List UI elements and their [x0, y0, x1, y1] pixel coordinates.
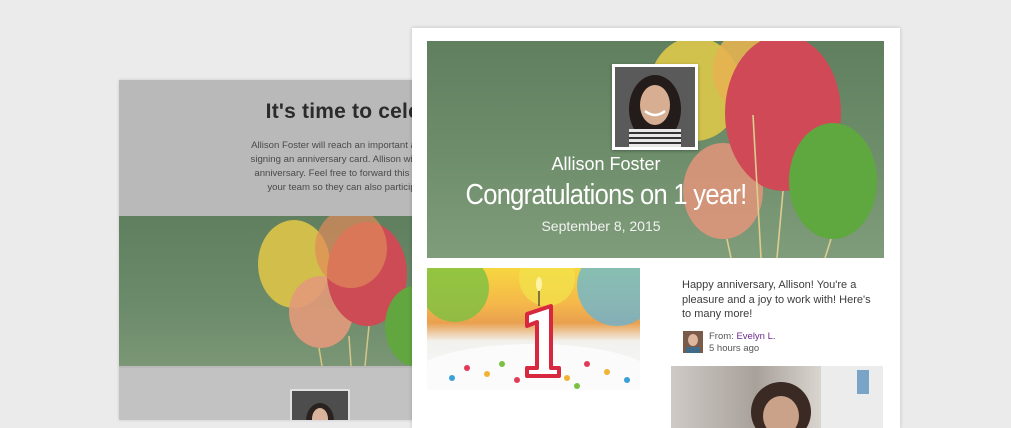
celebration-banner: Allison Foster Congratulations on 1 year… — [427, 41, 884, 258]
anniversary-card: Allison Foster Congratulations on 1 year… — [412, 28, 900, 428]
sender-name-link[interactable]: Evelyn L. — [736, 331, 775, 342]
email-preview-card: It's time to celebrate Allison Foster wi… — [119, 80, 439, 420]
email-body-line: anniversary. Feel free to forward this i… — [254, 168, 439, 179]
email-body: Allison Foster will reach an important a… — [139, 139, 439, 195]
email-avatar — [290, 389, 350, 420]
employee-name: Allison Foster — [551, 154, 661, 174]
email-title: It's time to celebrate — [265, 100, 439, 123]
congratulations-heading: Congratulations on 1 year! — [465, 179, 747, 211]
photo-tile[interactable] — [671, 366, 883, 428]
balloons-illustration — [258, 216, 439, 366]
message-card[interactable]: Happy anniversary, Allison! You're a ple… — [671, 268, 883, 368]
email-balloons-image — [119, 216, 439, 366]
birthday-candle-illustration — [427, 268, 640, 390]
email-body-line: your team so they can also participate i… — [267, 182, 439, 193]
from-label: From: — [709, 331, 737, 342]
cake-photo-tile[interactable] — [427, 268, 640, 390]
person-photo — [751, 366, 883, 428]
sender-line: From: Evelyn L. — [709, 331, 776, 342]
message-timestamp: 5 hours ago — [709, 343, 760, 354]
message-text: Happy anniversary, Allison! You're a ple… — [682, 279, 871, 320]
email-footer — [119, 368, 439, 420]
sender-avatar[interactable] — [683, 331, 703, 353]
anniversary-date: September 8, 2015 — [541, 218, 661, 234]
email-body-line: Allison Foster will reach an important a… — [251, 140, 439, 151]
profile-avatar[interactable] — [612, 64, 698, 150]
email-body-line: signing an anniversary card. Allison wil… — [250, 154, 439, 165]
